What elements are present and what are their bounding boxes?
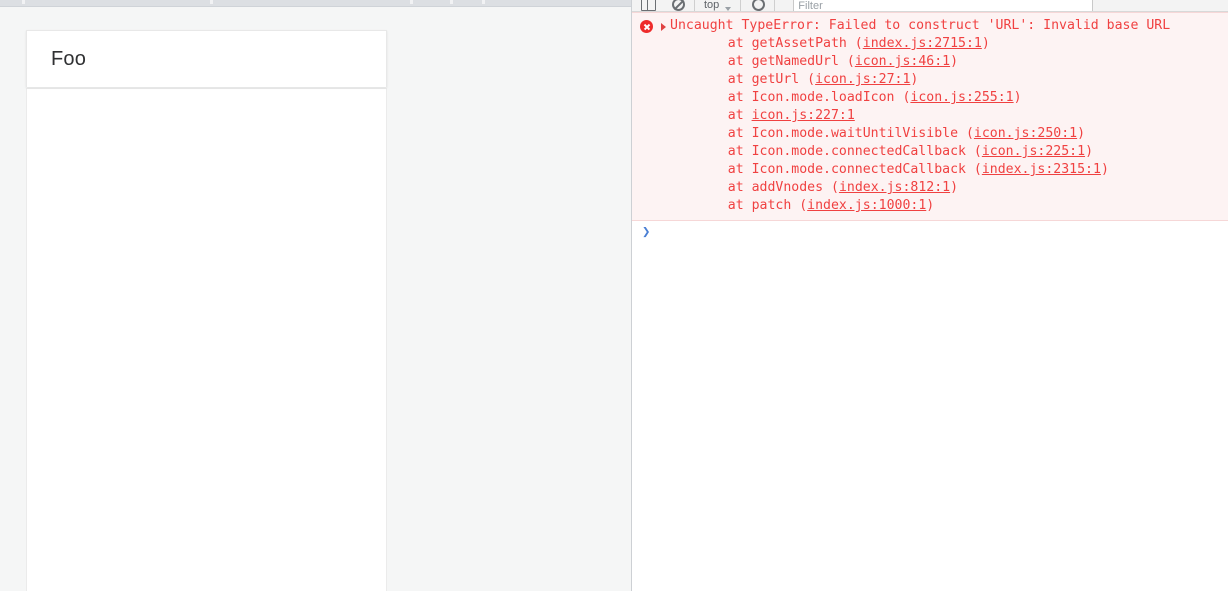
stack-source-link[interactable]: icon.js:255:1 [910,90,1013,105]
stack-line: at patch (index.js:1000:1) [632,197,1228,215]
stack-paren-close: ) [950,54,959,69]
stack-source-link[interactable]: icon.js:250:1 [974,126,1077,141]
stack-function: patch [751,198,800,213]
context-selector-label: top [704,0,720,11]
chrome-tick [410,0,413,4]
stack-paren-open: ( [830,180,839,195]
error-stack-trace: at getAssetPath (index.js:2715:1) at get… [632,35,1228,215]
card-title: Foo [51,47,87,70]
stack-paren-close: ) [1013,90,1022,105]
stack-paren-close: ) [981,36,990,51]
stack-source-link[interactable]: index.js:1000:1 [807,198,926,213]
console-prompt-row[interactable]: ❯ [632,221,1228,243]
triangle-right-icon[interactable] [661,23,666,31]
stack-function: Icon.mode.waitUntilVisible [751,126,966,141]
stack-function: getNamedUrl [751,54,847,69]
stack-paren-close: ) [1100,162,1109,177]
stack-line: at Icon.mode.connectedCallback (index.js… [632,161,1228,179]
stack-paren-open: ( [846,54,855,69]
stack-paren-open: ( [807,72,816,87]
chrome-tick [22,0,25,4]
stack-source-link[interactable]: icon.js:46:1 [855,54,950,69]
stack-prefix: at [696,126,752,141]
stack-source-link[interactable]: icon.js:225:1 [982,144,1085,159]
stack-prefix: at [696,36,752,51]
chevron-down-icon [725,7,732,11]
stack-function: getAssetPath [751,36,855,51]
sidebar-panel-icon[interactable] [641,0,656,11]
stack-function: Icon.mode.connectedCallback [751,144,974,159]
error-message-row: Uncaught TypeError: Failed to construct … [632,17,1228,35]
stack-paren-close: ) [926,198,935,213]
console-error-entry[interactable]: Uncaught TypeError: Failed to construct … [632,12,1228,221]
card-body [26,88,387,591]
stack-function: getUrl [751,72,808,87]
chrome-tick [482,0,485,4]
stack-line: at Icon.mode.loadIcon (icon.js:255:1) [632,89,1228,107]
toolbar-separator [694,0,695,11]
stack-paren-close: ) [1077,126,1086,141]
toolbar-separator [740,0,742,11]
console-input[interactable] [650,223,1228,243]
stack-prefix: at [696,180,752,195]
stack-prefix: at [696,72,752,87]
stack-paren-close: ) [910,72,919,87]
chrome-tick [450,0,453,4]
stack-paren-open: ( [973,144,982,159]
error-circle-x-icon [640,20,653,33]
stack-prefix: at [696,108,752,123]
stack-source-link[interactable]: index.js:2715:1 [863,36,982,51]
stack-prefix: at [696,162,752,177]
context-selector[interactable]: top [704,0,732,11]
stack-source-link[interactable]: icon.js:27:1 [815,72,910,87]
stack-line: at addVnodes (index.js:812:1) [632,179,1228,197]
stack-line: at icon.js:227:1 [632,107,1228,125]
stack-prefix: at [696,198,752,213]
error-message-text: Uncaught TypeError: Failed to construct … [670,18,1171,33]
stack-prefix: at [696,144,752,159]
stack-prefix: at [696,54,752,69]
filter-input[interactable] [793,0,1094,11]
stack-source-link[interactable]: index.js:2315:1 [982,162,1101,177]
stack-paren-close: ) [950,180,959,195]
stack-paren-open: ( [854,36,863,51]
stack-function: Icon.mode.connectedCallback [751,162,974,177]
devtools-panel: top Uncaught TypeError: Failed to constr… [631,0,1228,591]
stack-paren-close: ) [1085,144,1094,159]
stack-source-link[interactable]: index.js:812:1 [839,180,950,195]
stack-line: at getAssetPath (index.js:2715:1) [632,35,1228,53]
stack-function: addVnodes [751,180,831,195]
console-output: Uncaught TypeError: Failed to construct … [632,12,1228,591]
stack-paren-open: ( [965,126,974,141]
prompt-chevron-icon: ❯ [642,224,651,240]
stack-line: at Icon.mode.connectedCallback (icon.js:… [632,143,1228,161]
stack-line: at getNamedUrl (icon.js:46:1) [632,53,1228,71]
chrome-tick [210,0,213,4]
stack-prefix: at [696,90,752,105]
stack-function: Icon.mode.loadIcon [751,90,903,105]
console-toolbar: top [632,0,1228,12]
foo-card: Foo [26,30,387,591]
card-header: Foo [26,30,387,87]
live-expression-eye-icon[interactable] [752,0,766,11]
no-entry-clear-icon[interactable] [672,0,685,11]
stack-line: at getUrl (icon.js:27:1) [632,71,1228,89]
stack-source-link[interactable]: icon.js:227:1 [752,108,855,123]
browser-chrome-strip [0,0,631,7]
stack-paren-open: ( [799,198,808,213]
stack-paren-open: ( [973,162,982,177]
browser-window: Foo top Uncaught TypeEr [0,0,1228,591]
stack-line: at Icon.mode.waitUntilVisible (icon.js:2… [632,125,1228,143]
toolbar-separator [774,0,776,11]
page-viewport: Foo [0,0,631,591]
